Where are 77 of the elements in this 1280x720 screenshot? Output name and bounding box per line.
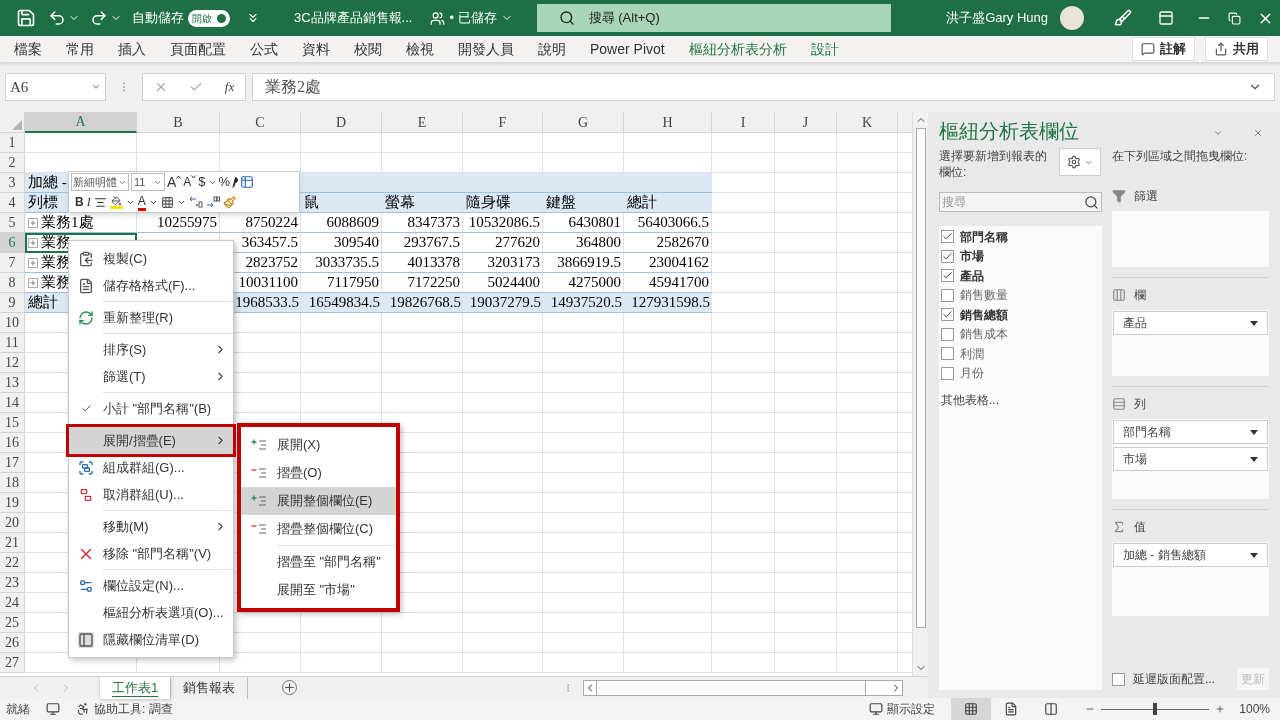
cell-text: 4275000 [568,273,621,293]
cell-text: 10255975 [157,213,217,233]
button-label: A [167,172,177,192]
cell-text: 6430801 [568,213,621,233]
cell-text: 23004162 [649,253,709,273]
cell-text: 277620 [495,233,540,253]
cell-text: 業務1處 [41,213,94,233]
name-box-value: A6 [10,77,29,97]
area-title: 值 [1134,519,1146,536]
cell-text: 螢幕 [385,193,415,213]
cell-text: 3203173 [487,253,540,273]
menu-label: 取消群組(U)... [103,485,185,504]
search-placeholder: 搜尋 (Alt+Q) [588,9,660,28]
menu-label: 展開(X) [277,436,322,455]
chip-label: 加總 - 銷售總額 [1123,547,1206,564]
field-prompt: 選擇要新增到報表的欄位: [939,148,1048,180]
cell-text: 2582670 [656,233,709,253]
chip-label: 市場 [1123,451,1147,468]
menu-label: 組成群組(G)... [103,458,186,477]
menu-label: 重新整理(R) [103,308,175,327]
cell-text: 4013378 [407,253,460,273]
cell-text: 7117950 [327,273,379,293]
chip-label: 產品 [1123,315,1147,332]
formula-text: 業務2處 [265,77,321,97]
cell-text: 1968533.5 [235,293,299,313]
cell-text: 隨身碟 [466,193,511,213]
button-label: A [183,174,192,191]
menu-label: 小計 "部門名稱"(B) [103,399,213,418]
chip-label: 部門名稱 [1123,424,1171,441]
button-label: 註解 [1160,40,1186,59]
area-title: 篩選 [1134,188,1158,205]
panel-title: 樞紐分析表欄位 [939,119,1079,144]
menu-label: 摺疊至 "部門名稱" [277,553,382,572]
cell-text: 3033735.5 [315,253,379,273]
cell-text: 45941700 [649,273,709,293]
cell-text: 鼠 [304,193,319,213]
cell-text: 364800 [576,233,621,253]
menu-label: 隱藏欄位清單(D) [103,630,201,649]
area-title: 列 [1134,396,1146,413]
cell-text: 5024400 [487,273,540,293]
menu-label: 展開至 "市場" [277,581,356,600]
menu-label: 複製(C) [103,249,149,268]
cell-text: 56403066.5 [637,213,709,233]
cell-text: 7172250 [407,273,460,293]
cell-text: 2823752 [245,253,298,273]
status-text: 就緒 [6,701,30,718]
cell-text: 8347373 [407,213,460,233]
menu-label: 展開/摺疊(E) [103,431,177,450]
cell-text: 10031100 [238,273,298,293]
menu-label: 摺疊整個欄位(C) [277,520,375,539]
cell-text: 293767.5 [403,233,460,253]
cell-text: 列標 [28,193,58,213]
button-label: 共用 [1233,40,1259,59]
cell-text: 6088609 [326,213,379,233]
cell-text: 鍵盤 [546,193,576,213]
cell-text: 363457.5 [241,233,298,253]
menu-label: 移動(M) [103,517,150,536]
menu-label: 篩選(T) [103,367,147,386]
cell-text: 總計 [28,293,58,313]
cell-text: 309540 [334,233,379,253]
menu-label: 欄位設定(N)... [103,576,185,595]
drag-hint: 在下列區域之間拖曳欄位: [1112,148,1249,165]
font-size: 11 [134,174,146,190]
font-name: 新細明體 [73,174,117,190]
menu-label: 排序(S) [103,340,148,359]
menu-label: 移除 "部門名稱"(V) [103,544,213,563]
search-placeholder: 搜尋 [942,194,966,211]
cell-text: 加總 - [28,173,67,193]
menu-label: 展開整個欄位(E) [277,492,374,511]
menu-label: 儲存格格式(F)... [103,276,197,295]
cell-text: 總計 [627,193,657,213]
area-title: 欄 [1134,287,1146,304]
autosave-label: 自動儲存 [132,9,184,28]
menu-label: 摺疊(O) [277,464,323,483]
menu-label: 樞紐分析表選項(O)... [103,603,225,622]
cell-text: 3866919.5 [557,253,621,273]
cell-text: 8750224 [245,213,298,233]
